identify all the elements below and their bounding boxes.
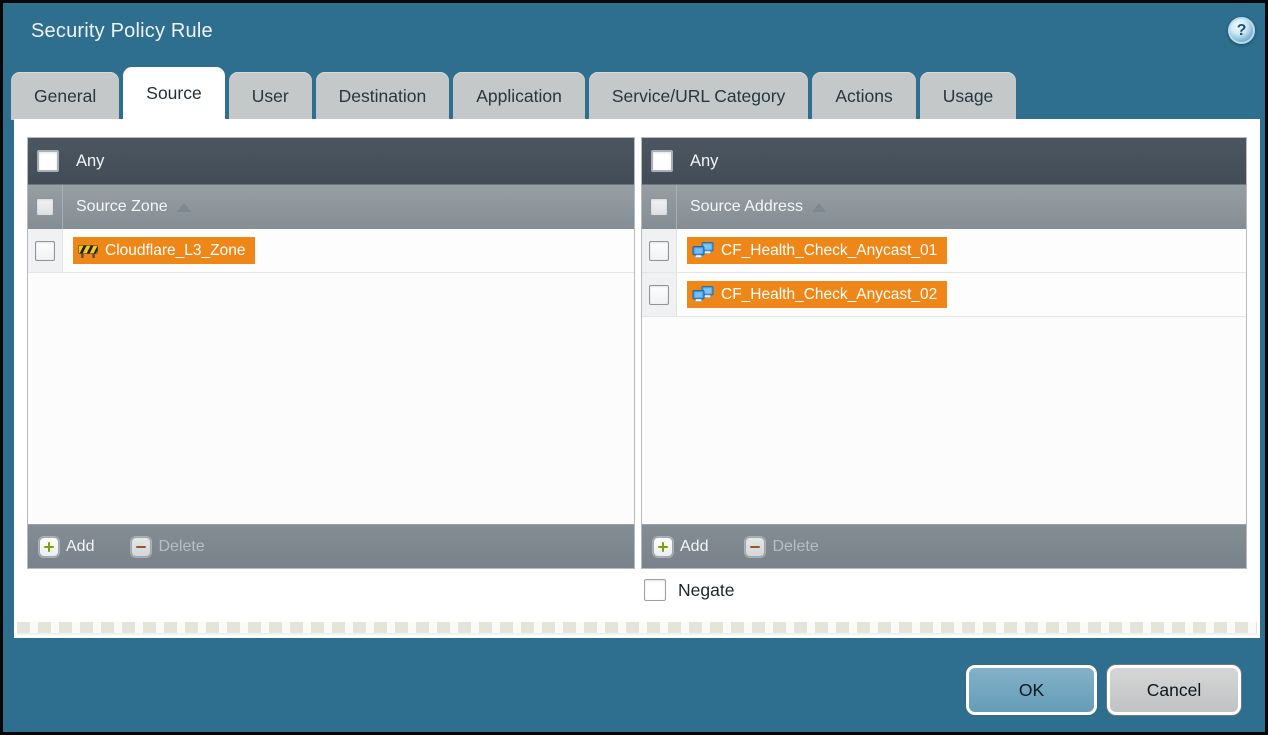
source-address-any-label: Any (690, 152, 718, 171)
address-icon (692, 242, 714, 259)
source-address-any-header: Any (642, 138, 1246, 184)
sort-ascending-icon (177, 203, 191, 212)
address-icon (692, 286, 714, 303)
tab-destination[interactable]: Destination (316, 72, 450, 120)
negate-label: Negate (678, 580, 734, 601)
source-zone-any-label: Any (76, 152, 104, 171)
tab-bar: General Source User Destination Applicat… (11, 67, 1016, 120)
tab-actions[interactable]: Actions (812, 72, 915, 120)
add-label: Add (680, 538, 708, 556)
resize-grip-bar[interactable] (17, 622, 1257, 635)
tab-application[interactable]: Application (453, 72, 585, 120)
source-zone-row[interactable]: Cloudflare_L3_Zone (28, 229, 634, 273)
address-item-chip[interactable]: CF_Health_Check_Anycast_01 (687, 237, 947, 264)
zone-item-chip[interactable]: Cloudflare_L3_Zone (73, 237, 255, 264)
source-zone-column-header: Source Zone (28, 184, 634, 229)
source-zone-select-all-checkbox[interactable] (36, 198, 54, 216)
source-address-column-header: Source Address (642, 184, 1246, 229)
source-zone-toolbar: Add Delete (28, 524, 634, 568)
tab-usage[interactable]: Usage (920, 72, 1017, 120)
source-zone-row-checkbox[interactable] (35, 241, 55, 261)
select-all-cell (28, 185, 63, 229)
source-zone-panel: Any Source Zone (27, 137, 635, 569)
source-address-select-all-checkbox[interactable] (650, 198, 668, 216)
source-zone-any-checkbox[interactable] (37, 150, 59, 172)
source-address-column-title: Source Address (690, 198, 803, 216)
delete-address-button[interactable]: Delete (745, 537, 818, 557)
security-policy-rule-dialog: Security Policy Rule ? General Source Us… (0, 0, 1268, 735)
address-item-chip[interactable]: CF_Health_Check_Anycast_02 (687, 281, 947, 308)
zone-item-label: Cloudflare_L3_Zone (105, 242, 245, 260)
dialog-title: Security Policy Rule (31, 20, 213, 43)
tab-user[interactable]: User (229, 72, 312, 120)
add-address-button[interactable]: Add (653, 537, 708, 557)
row-checkbox-cell (642, 273, 677, 316)
source-address-row[interactable]: CF_Health_Check_Anycast_02 (642, 273, 1246, 317)
negate-checkbox[interactable] (644, 579, 666, 601)
source-address-sort-header[interactable]: Source Address (677, 185, 826, 229)
add-icon (653, 537, 673, 557)
source-tab-content: Any Source Zone (14, 119, 1260, 638)
source-zone-any-header: Any (28, 138, 634, 184)
source-address-row-checkbox[interactable] (649, 285, 669, 305)
address-item-label: CF_Health_Check_Anycast_01 (721, 242, 937, 260)
source-address-any-checkbox[interactable] (651, 150, 673, 172)
source-address-row[interactable]: CF_Health_Check_Anycast_01 (642, 229, 1246, 273)
delete-label: Delete (772, 538, 818, 556)
delete-zone-button[interactable]: Delete (131, 537, 204, 557)
sort-ascending-icon (812, 203, 826, 212)
add-label: Add (66, 538, 94, 556)
delete-icon (131, 537, 151, 557)
cancel-button[interactable]: Cancel (1107, 665, 1241, 715)
ok-button[interactable]: OK (966, 665, 1097, 715)
add-icon (39, 537, 59, 557)
delete-label: Delete (158, 538, 204, 556)
address-item-label: CF_Health_Check_Anycast_02 (721, 286, 937, 304)
tab-service-url-category[interactable]: Service/URL Category (589, 72, 808, 120)
source-address-toolbar: Add Delete (642, 524, 1246, 568)
source-zone-sort-header[interactable]: Source Zone (63, 185, 191, 229)
source-address-row-checkbox[interactable] (649, 241, 669, 261)
select-all-cell (642, 185, 677, 229)
tab-general[interactable]: General (11, 72, 119, 120)
source-zone-column-title: Source Zone (76, 198, 168, 216)
delete-icon (745, 537, 765, 557)
source-zone-list: Cloudflare_L3_Zone (28, 229, 634, 524)
negate-row: Negate (644, 579, 734, 601)
source-address-panel: Any Source Address (641, 137, 1247, 569)
help-icon[interactable]: ? (1228, 17, 1255, 44)
tab-source[interactable]: Source (123, 67, 224, 120)
row-checkbox-cell (28, 229, 63, 272)
zone-icon (78, 243, 98, 259)
source-address-list: CF_Health_Check_Anycast_01 (642, 229, 1246, 524)
row-checkbox-cell (642, 229, 677, 272)
add-zone-button[interactable]: Add (39, 537, 94, 557)
